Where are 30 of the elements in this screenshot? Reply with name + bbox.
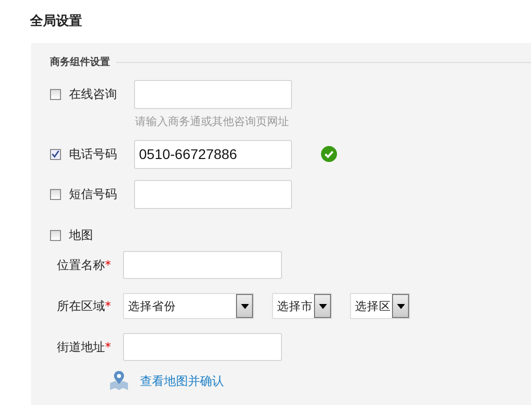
hint-text: 请输入商务通或其他咨询页网址 bbox=[135, 114, 290, 129]
required-mark: * bbox=[105, 340, 111, 354]
checkbox[interactable] bbox=[50, 88, 61, 100]
input-field[interactable] bbox=[134, 80, 292, 108]
caret-icon bbox=[240, 304, 248, 308]
checkbox[interactable] bbox=[50, 148, 61, 160]
checkbox[interactable] bbox=[50, 230, 61, 240]
select-dropdown[interactable]: 选择市 bbox=[272, 293, 332, 319]
caret-icon bbox=[396, 304, 404, 308]
checkbox-label: 在线咨询 bbox=[69, 86, 118, 102]
field-label: 位置名称 bbox=[57, 258, 105, 272]
required-mark: * bbox=[105, 258, 111, 272]
select-dropdown[interactable]: 选择省份 bbox=[123, 293, 254, 319]
field-label: 街道地址 bbox=[57, 340, 105, 354]
required-mark: * bbox=[105, 298, 111, 312]
page-title: 全局设置 bbox=[29, 13, 83, 31]
map-pin-icon bbox=[109, 371, 129, 391]
input-field[interactable] bbox=[123, 251, 282, 279]
input-field[interactable]: 0510-66727886 bbox=[134, 140, 292, 168]
map-confirm-link[interactable]: 查看地图并确认 bbox=[140, 372, 224, 390]
section-title: 商务组件设置 bbox=[50, 55, 110, 69]
input-field[interactable] bbox=[123, 333, 282, 361]
input-field[interactable] bbox=[134, 180, 292, 208]
field-label: 所在区域 bbox=[57, 298, 105, 312]
checkbox-label: 地图 bbox=[69, 226, 94, 244]
checkbox[interactable] bbox=[50, 188, 61, 200]
select-dropdown[interactable]: 选择区 bbox=[350, 293, 410, 319]
checkbox-label: 电话号码 bbox=[69, 146, 118, 162]
checkbox-label: 短信号码 bbox=[69, 186, 118, 202]
caret-icon bbox=[318, 304, 326, 308]
